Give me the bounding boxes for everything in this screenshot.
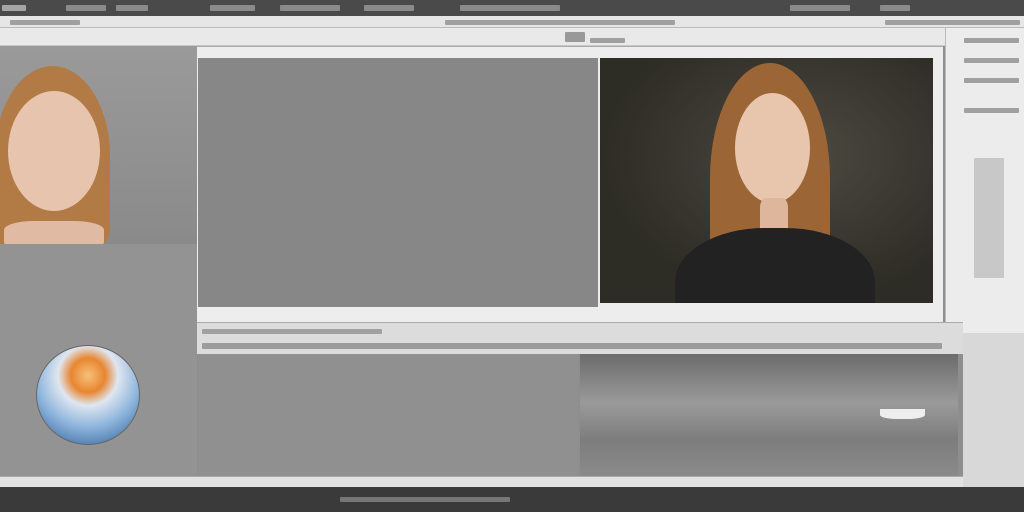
app-icon[interactable]	[2, 5, 26, 11]
menu-item[interactable]	[460, 5, 560, 11]
orb-image	[36, 345, 140, 445]
portrait-thumbnail[interactable]	[0, 46, 197, 244]
menu-item[interactable]	[790, 5, 850, 11]
taskbar-app-icon[interactable]	[340, 497, 510, 502]
options-bar	[0, 28, 945, 46]
menu-item[interactable]	[880, 5, 910, 11]
layers-panel	[963, 333, 1024, 496]
seascape-image[interactable]	[580, 354, 958, 476]
portrait-photo[interactable]	[600, 58, 933, 303]
menu-item[interactable]	[364, 5, 414, 11]
boat	[880, 409, 925, 419]
zoom-icon[interactable]	[565, 32, 585, 42]
right-panel	[945, 28, 1024, 333]
menu-item[interactable]	[116, 5, 148, 11]
menu-item[interactable]	[280, 5, 340, 11]
menu-item[interactable]	[210, 5, 255, 11]
taskbar	[0, 487, 1024, 512]
secondary-toolbar	[197, 322, 963, 354]
status-bar	[0, 476, 963, 487]
menu-item[interactable]	[66, 5, 106, 11]
blank-canvas[interactable]	[198, 58, 598, 307]
blank-canvas-lower[interactable]	[198, 354, 578, 476]
menu-bar	[0, 16, 1024, 28]
title-bar	[0, 0, 1024, 16]
